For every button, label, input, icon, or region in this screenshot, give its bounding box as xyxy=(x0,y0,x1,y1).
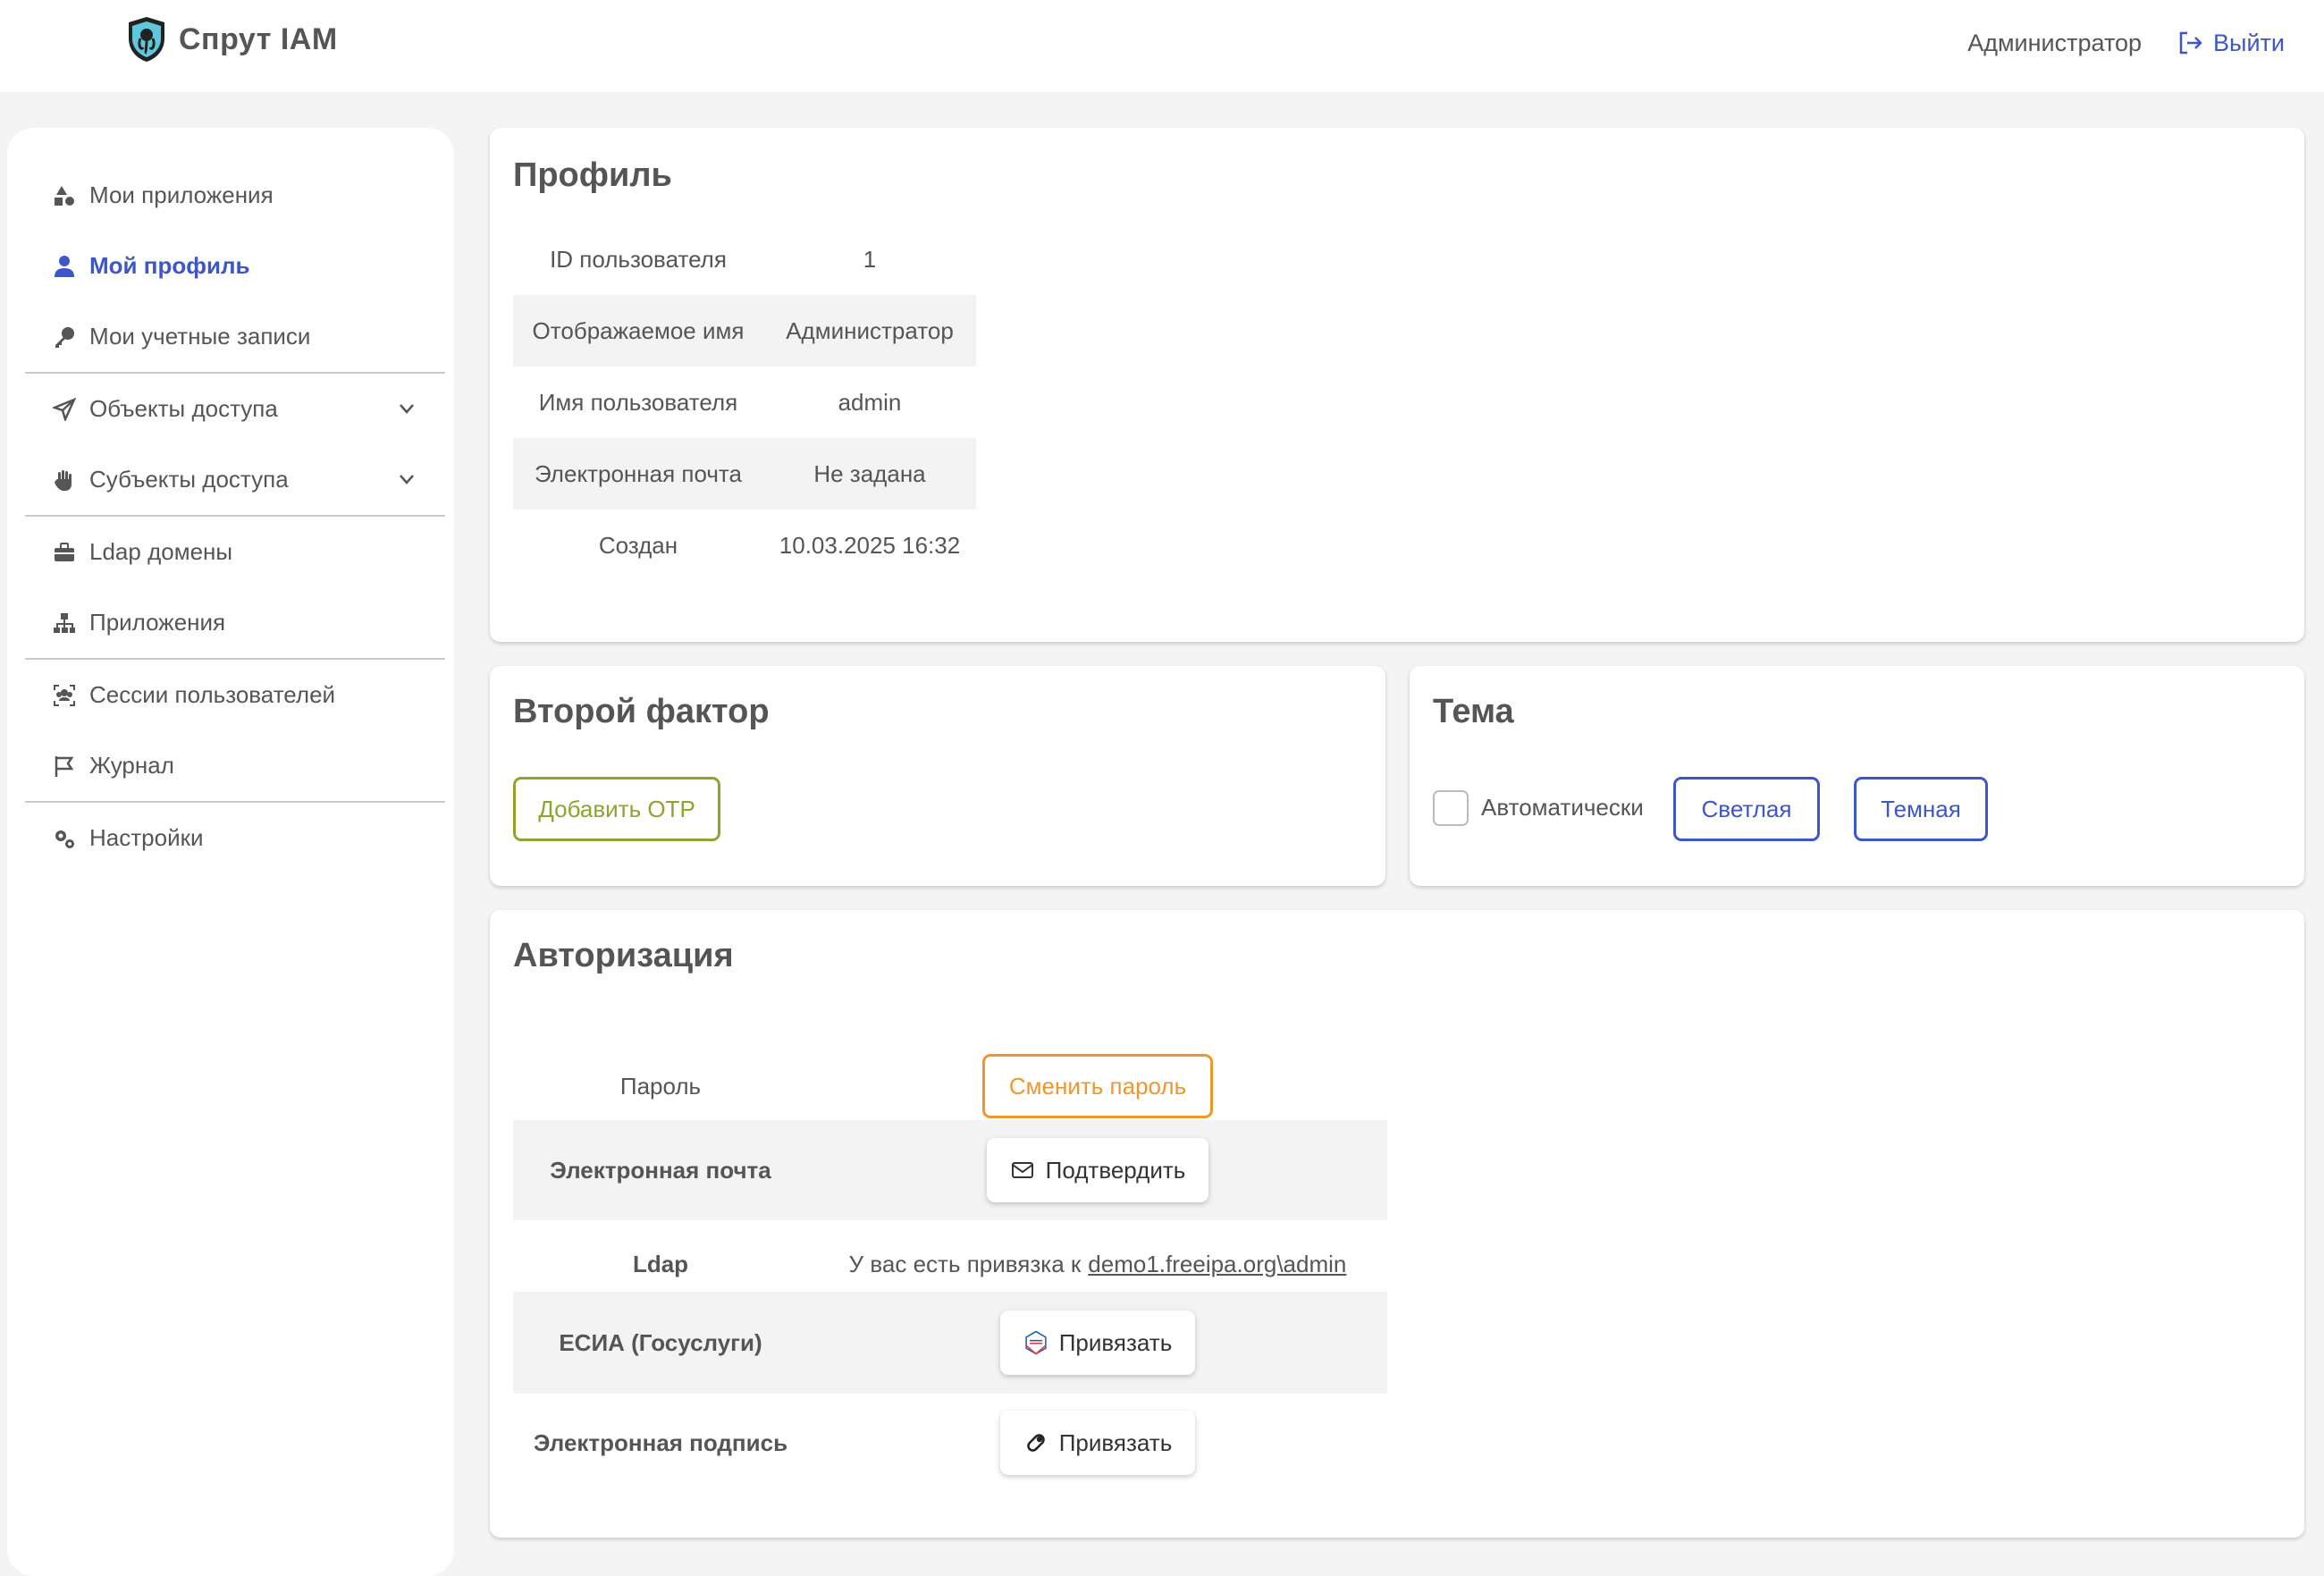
paper-plane-icon xyxy=(53,397,76,421)
hand-icon xyxy=(55,469,72,491)
dark-theme-button[interactable]: Темная xyxy=(1854,777,1988,841)
profile-card: Профиль ID пользователя 1 Отображаемое им… xyxy=(490,128,2304,642)
auth-row-email: Электронная почта Подтвердить xyxy=(513,1120,1387,1220)
table-row: ID пользователя 1 xyxy=(513,223,976,295)
envelope-icon xyxy=(1011,1162,1033,1178)
sidebar-item-label: Сессии пользователей xyxy=(89,681,336,708)
row-key: Электронная почта xyxy=(513,438,763,510)
sidebar-item-label: Ldap домены xyxy=(89,538,233,565)
table-row: Отображаемое имя Администратор xyxy=(513,295,976,367)
sidebar-item-access-subjects[interactable]: Субъекты доступа xyxy=(25,444,445,515)
row-key: Имя пользователя xyxy=(538,388,738,416)
sidebar-item-my-profile[interactable]: Мой профиль xyxy=(25,231,445,301)
sidebar-item-label: Мои учетные записи xyxy=(89,323,311,350)
sidebar-item-access-objects[interactable]: Объекты доступа xyxy=(25,374,445,444)
gosuslugi-icon xyxy=(1025,1330,1047,1355)
password-label: Пароль xyxy=(619,1072,702,1100)
esia-label: ЕСИА (Госуслуги) xyxy=(559,1328,762,1356)
ldap-binding-text: У вас есть привязка к xyxy=(848,1250,1082,1277)
ldap-binding-link[interactable]: demo1.freeipa.org\admin xyxy=(1088,1251,1346,1278)
email-label: Электронная почта xyxy=(550,1156,771,1184)
ldap-label: Ldap xyxy=(632,1250,689,1277)
row-value: 10.03.2025 16:32 xyxy=(779,531,961,559)
chevron-down-icon[interactable] xyxy=(395,468,418,491)
usb-token-icon xyxy=(1026,1434,1045,1452)
row-key: ID пользователя xyxy=(550,245,727,273)
row-key: Создан xyxy=(598,531,678,559)
authorization-card: Авторизация Пароль Сменить пароль Электр… xyxy=(490,910,2304,1538)
gears-icon xyxy=(55,830,74,848)
sidebar-item-label: Журнал xyxy=(89,752,174,779)
row-value: admin xyxy=(838,388,902,416)
sidebar-item-user-sessions[interactable]: Сессии пользователей xyxy=(25,660,445,730)
sidebar-item-applications[interactable]: Приложения xyxy=(25,587,445,658)
shapes-icon xyxy=(55,185,74,206)
octopus-shield-icon xyxy=(129,17,164,62)
row-key: Отображаемое имя xyxy=(513,295,763,367)
esia-bind-button[interactable]: Привязать xyxy=(999,1311,1196,1375)
auto-theme-label: Автоматически xyxy=(1481,794,1644,821)
auth-row-esia: ЕСИА (Госуслуги) Привязать xyxy=(513,1292,1387,1394)
sidebar-item-label: Объекты доступа xyxy=(89,395,278,422)
add-otp-button[interactable]: Добавить OTP xyxy=(513,777,720,841)
key-icon xyxy=(55,326,74,348)
briefcase-icon xyxy=(55,542,74,561)
second-factor-card: Второй фактор Добавить OTP xyxy=(490,666,1385,886)
chevron-down-icon[interactable] xyxy=(395,397,418,420)
sitemap-icon xyxy=(54,612,75,633)
theme-title: Тема xyxy=(1433,693,1514,730)
sidebar-item-ldap-domains[interactable]: Ldap домены xyxy=(25,517,445,587)
sidebar-item-settings[interactable]: Настройки xyxy=(25,803,445,873)
logout-label: Выйти xyxy=(2213,29,2285,56)
logout-icon xyxy=(2179,31,2202,55)
confirm-email-button[interactable]: Подтвердить xyxy=(986,1138,1209,1202)
user-tie-icon xyxy=(55,255,74,277)
sidebar-item-my-accounts[interactable]: Мои учетные записи xyxy=(25,301,445,372)
sidebar-item-label: Мой профиль xyxy=(89,252,250,279)
logout-button[interactable]: Выйти xyxy=(2176,29,2285,57)
top-header: Спрут IAM Администратор Выйти xyxy=(0,0,2324,92)
esia-bind-label: Привязать xyxy=(1058,1328,1173,1356)
row-value: Не задана xyxy=(763,438,976,510)
profile-title: Профиль xyxy=(513,156,672,194)
app-logo[interactable]: Спрут IAM xyxy=(125,15,338,63)
sidebar-item-label: Настройки xyxy=(89,824,204,851)
confirm-email-label: Подтвердить xyxy=(1045,1156,1186,1184)
table-row: Электронная почта Не задана xyxy=(513,438,976,510)
second-factor-title: Второй фактор xyxy=(513,693,770,730)
users-viewfinder-icon xyxy=(54,684,75,706)
profile-table: ID пользователя 1 Отображаемое имя Админис… xyxy=(513,223,976,581)
auto-theme-checkbox[interactable] xyxy=(1433,790,1469,826)
theme-card: Тема Автоматически Светлая Темная xyxy=(1410,666,2304,886)
app-title: Спрут IAM xyxy=(179,21,338,56)
sidebar-item-label: Субъекты доступа xyxy=(89,466,289,493)
table-row: Создан 10.03.2025 16:32 xyxy=(513,510,976,581)
flag-icon xyxy=(55,755,74,777)
sidebar-item-journal[interactable]: Журнал xyxy=(25,730,445,801)
signature-bind-label: Привязать xyxy=(1058,1429,1173,1456)
sidebar-item-label: Приложения xyxy=(89,609,226,636)
signature-bind-button[interactable]: Привязать xyxy=(999,1411,1196,1475)
sidebar-nav: Мои приложения Мой профиль Мои учетные з… xyxy=(25,160,445,873)
sidebar: Мои приложения Мой профиль Мои учетные з… xyxy=(7,128,454,1576)
current-user-name: Администратор xyxy=(1967,29,2143,56)
sidebar-item-my-apps[interactable]: Мои приложения xyxy=(25,160,445,231)
row-value: 1 xyxy=(863,245,877,273)
auth-row-signature: Электронная подпись Привязать xyxy=(513,1394,1387,1492)
row-value: Администратор xyxy=(763,295,976,367)
signature-label: Электронная подпись xyxy=(533,1429,788,1456)
sidebar-item-label: Мои приложения xyxy=(89,181,274,208)
authorization-title: Авторизация xyxy=(513,937,734,974)
table-row: Имя пользователя admin xyxy=(513,367,976,438)
light-theme-button[interactable]: Светлая xyxy=(1673,777,1820,841)
change-password-button[interactable]: Сменить пароль xyxy=(982,1054,1213,1118)
